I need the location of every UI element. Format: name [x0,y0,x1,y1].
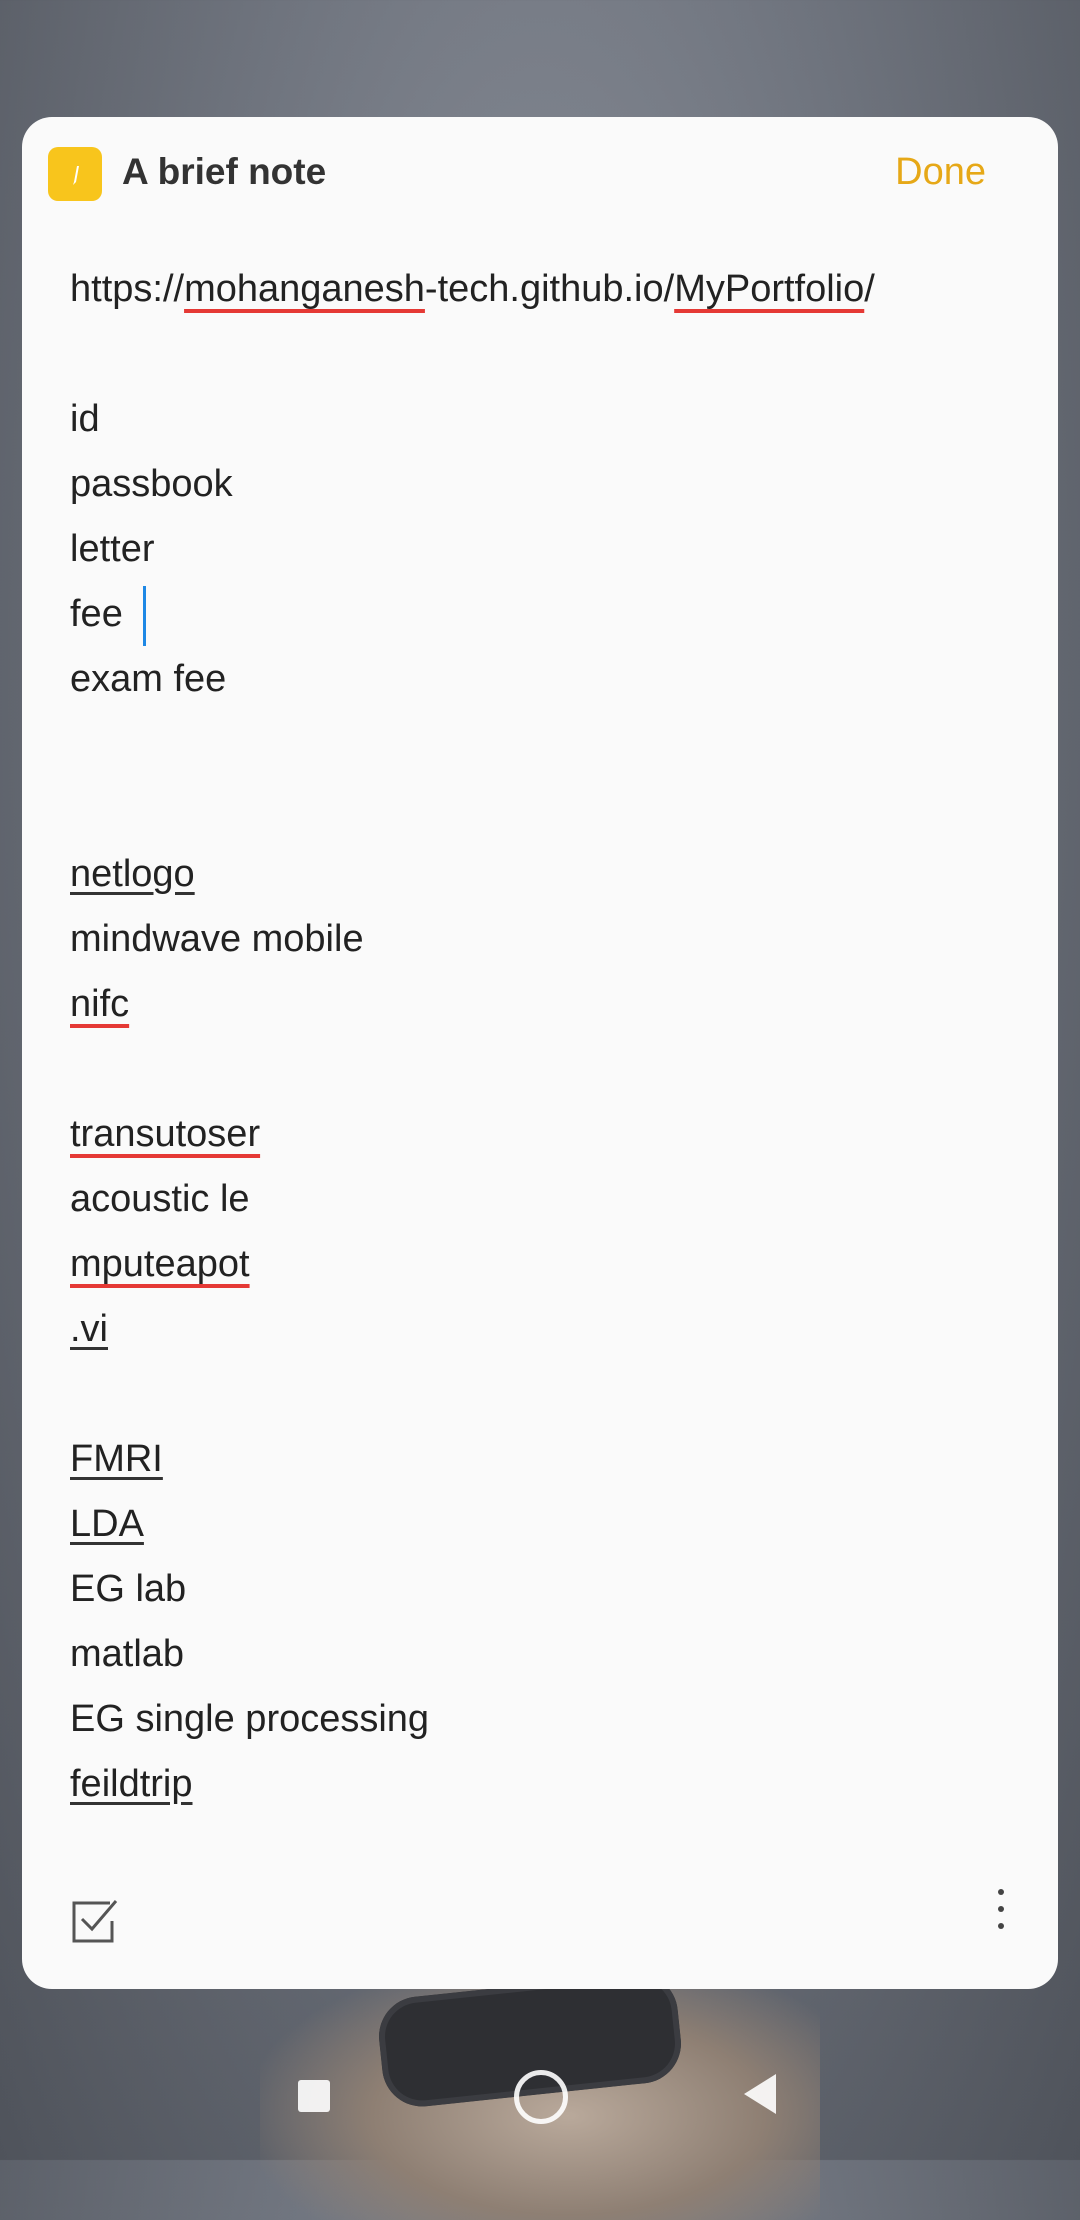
misspelled-word: mohanganesh [184,268,425,310]
note-header: A brief note Done [22,117,1058,227]
url-part: -tech.github.io/ [424,268,675,310]
note-line: acoustic le [70,1178,250,1220]
note-line: matlab [70,1633,185,1675]
misspelled-word: MyPortfolio [674,268,865,310]
note-text-editor[interactable]: https://mohanganesh-tech.github.io/MyPor… [70,257,1030,1817]
note-line-with-cursor: fee [70,582,1030,647]
misspelled-word: nifc [70,983,130,1025]
triangle-back-icon[interactable] [744,2074,776,2114]
note-line: .vi [70,1308,108,1350]
text-cursor [143,585,147,646]
system-nav-bar [0,2040,1080,2160]
note-card: A brief note Done https://mohanganesh-te… [22,117,1058,1989]
note-line: FMRI [70,1438,163,1480]
note-line: id [70,398,100,440]
misspelled-word: mputeapot [70,1243,250,1285]
square-recents-icon[interactable] [298,2080,330,2112]
note-line-text: fee [70,593,134,635]
pencil-note-icon [48,147,102,201]
note-line: EG lab [70,1568,187,1610]
note-title: A brief note [122,151,327,192]
note-line: LDA [70,1503,144,1545]
done-button[interactable]: Done [895,151,986,194]
circle-home-icon[interactable] [514,2070,568,2124]
url-part: https:// [70,268,185,310]
url-line[interactable]: https://mohanganesh-tech.github.io/MyPor… [70,257,1030,322]
note-line: letter [70,528,155,570]
checkbox-icon[interactable] [70,1895,120,1945]
note-line: passbook [70,463,233,505]
note-line: feildtrip [70,1763,193,1805]
note-line: exam fee [70,658,227,700]
misspelled-word: transutoser [70,1113,261,1155]
note-line: netlogo [70,853,195,895]
more-vertical-icon[interactable] [994,1889,1008,1939]
note-line: EG single processing [70,1698,430,1740]
note-line: mindwave mobile [70,918,364,960]
url-part: / [864,268,875,310]
